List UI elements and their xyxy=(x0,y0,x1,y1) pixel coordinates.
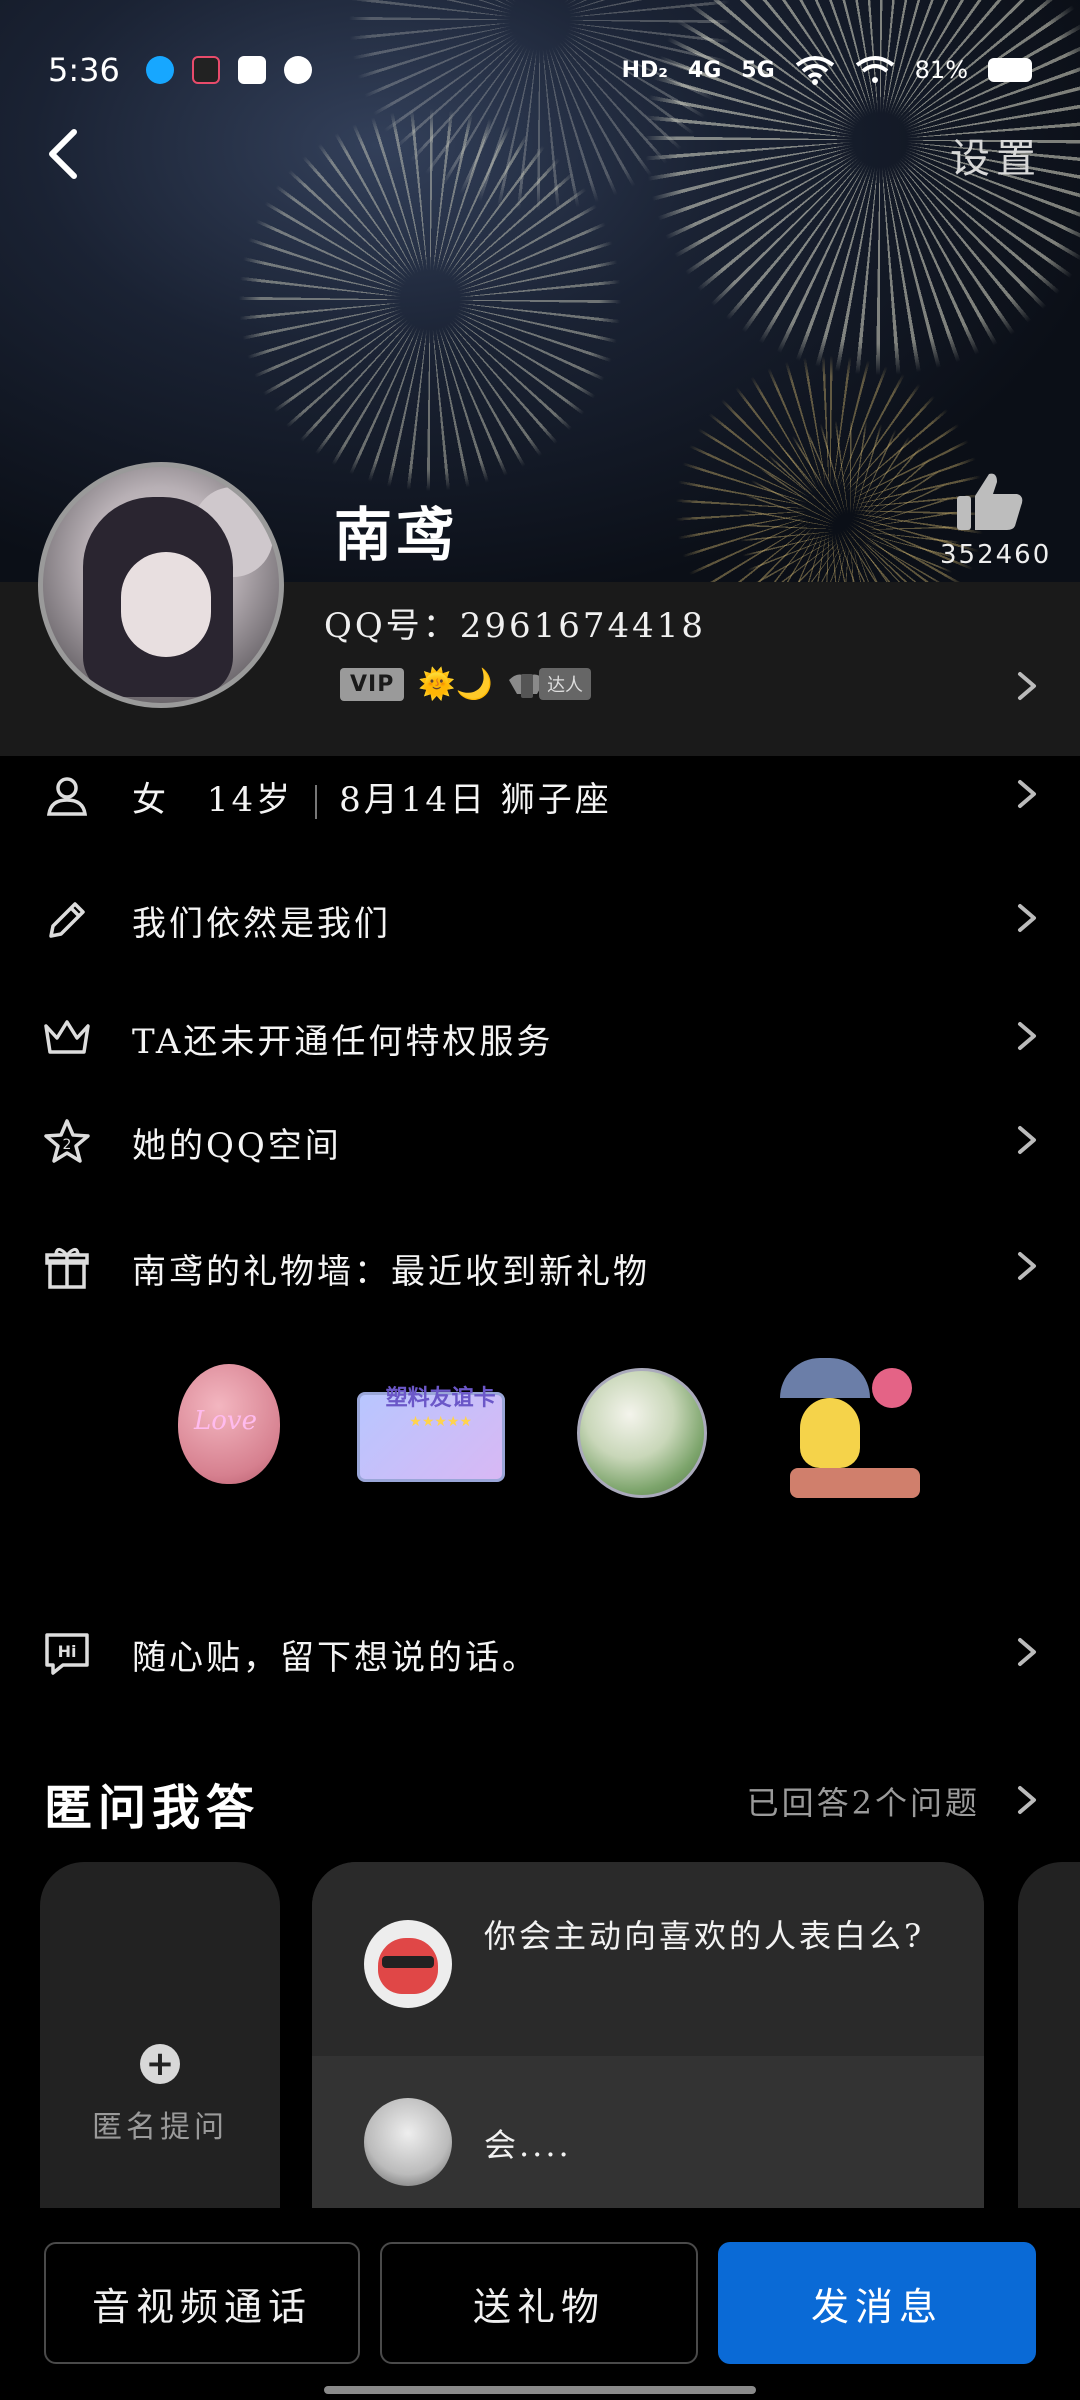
profile-chevron-icon xyxy=(1012,666,1042,710)
gift-wall-text: 南鸢的礼物墙：最近收到新礼物 xyxy=(132,1251,650,1292)
qzone-row[interactable]: 2 她的QQ空间 xyxy=(0,1102,1080,1182)
signature-text: 我们依然是我们 xyxy=(132,903,391,944)
gift-wall-row[interactable]: 南鸢的礼物墙：最近收到新礼物 xyxy=(0,1228,1080,1308)
basic-info-row[interactable]: 女 14岁 8月14日 狮子座 xyxy=(0,756,1080,836)
chevron-right-icon xyxy=(1012,1632,1042,1676)
ask-label: 匿名提问 xyxy=(92,2110,228,2145)
avatar-art xyxy=(382,1956,434,1968)
svg-text:2: 2 xyxy=(63,1137,72,1153)
answer-avatar xyxy=(364,2098,452,2186)
gift-snow-globe[interactable] xyxy=(573,1358,713,1498)
chevron-right-icon xyxy=(1012,1016,1042,1060)
nickname: 南鸢 xyxy=(334,501,459,569)
qa-answered-count[interactable]: 已回答2个问题 xyxy=(747,1778,980,1824)
video-call-button[interactable]: 音视频通话 xyxy=(44,2242,360,2364)
bottom-action-bar: 音视频通话 送礼物 发消息 xyxy=(0,2208,1080,2400)
like-count: 352460 xyxy=(940,540,1052,570)
moon-icon: 🌙 xyxy=(455,666,494,702)
bear-image xyxy=(799,1398,860,1468)
anonymous-avatar xyxy=(364,1920,452,2008)
question-text: 你会主动向喜欢的人表白么? xyxy=(484,1917,925,1955)
badge-row[interactable]: VIP 🌞 🌙 达人 xyxy=(340,664,592,704)
qa-card[interactable]: 你会主动向喜欢的人表白么? 会.... xyxy=(312,1862,984,2222)
stars-decoration: ★★★★★ xyxy=(409,1414,473,1430)
gift-icon xyxy=(42,1243,92,1293)
notification-icons xyxy=(145,56,312,84)
person-icon xyxy=(42,771,92,821)
settings-button[interactable]: 设置 xyxy=(950,126,1042,184)
stand-image xyxy=(789,1468,920,1498)
globe-image xyxy=(577,1368,708,1498)
chevron-right-icon xyxy=(1012,1246,1042,1290)
like-button[interactable]: 352460 xyxy=(940,470,1052,570)
answer-block: 会.... xyxy=(312,2056,984,2222)
qq-penguin-icon xyxy=(145,56,174,84)
back-button[interactable] xyxy=(34,118,94,190)
5g-signal-icon: 5G xyxy=(741,57,775,83)
battery-icon xyxy=(988,58,1032,82)
vip-badge[interactable]: VIP xyxy=(340,667,405,701)
gift-rain-bear[interactable] xyxy=(779,1358,920,1498)
send-gift-button[interactable]: 送礼物 xyxy=(380,2242,698,2364)
chevron-right-icon[interactable] xyxy=(1012,1780,1042,1824)
chevron-right-icon xyxy=(1012,898,1042,942)
avatar[interactable] xyxy=(38,462,284,708)
thumbs-up-icon xyxy=(957,473,1023,530)
crown-icon xyxy=(42,1013,92,1063)
battery-percent: 81% xyxy=(914,56,968,84)
answer-text: 会.... xyxy=(484,2126,572,2164)
send-message-button[interactable]: 发消息 xyxy=(718,2242,1036,2364)
basic-info-label: 女 14岁 8月14日 狮子座 xyxy=(132,772,612,821)
avatar-art xyxy=(121,552,211,657)
qzone-text: 她的QQ空间 xyxy=(132,1125,342,1166)
hi-message-icon: Hi xyxy=(42,1629,92,1679)
sun-icon: 🌞 xyxy=(418,666,456,702)
gift-friend-card[interactable]: 塑料友谊卡 ★★★★★ xyxy=(356,1358,507,1498)
age-text: 14岁 xyxy=(206,779,294,820)
chevron-right-icon xyxy=(1012,1120,1042,1164)
sticky-note-row[interactable]: Hi 随心贴，留下想说的话。 xyxy=(0,1614,1080,1694)
umbrella-image xyxy=(779,1358,870,1398)
status-bar: 5:36 HD₂ 4G 5G 81% xyxy=(0,0,1080,110)
wifi-icon xyxy=(795,56,834,85)
gift-list[interactable]: Love 塑料友谊卡 ★★★★★ xyxy=(160,1348,920,1508)
chevron-left-icon xyxy=(49,129,77,179)
gift-label: Love xyxy=(194,1406,257,1436)
birthday-text: 8月14日 狮子座 xyxy=(339,779,612,820)
cat-app-icon xyxy=(283,56,312,84)
signature-row[interactable]: 我们依然是我们 xyxy=(0,880,1080,960)
home-indicator[interactable] xyxy=(324,2386,756,2394)
gift-love-balloon[interactable]: Love xyxy=(160,1358,300,1498)
status-time: 5:36 xyxy=(48,51,120,89)
anonymous-ask-card[interactable]: + 匿名提问 xyxy=(40,1862,280,2222)
qq-number: QQ号：2961674418 xyxy=(324,606,707,646)
qa-section-title: 匿问我答 xyxy=(44,1780,261,1836)
talent-badge[interactable]: 达人 xyxy=(539,668,592,700)
question-block: 你会主动向喜欢的人表白么? xyxy=(312,1862,984,2056)
wifi-icon-2 xyxy=(855,56,894,83)
svg-text:Hi: Hi xyxy=(58,1642,77,1661)
heart-image xyxy=(871,1368,912,1408)
sticky-note-text: 随心贴，留下想说的话。 xyxy=(132,1637,539,1678)
plus-icon: + xyxy=(140,2044,180,2084)
pencil-icon xyxy=(42,895,92,945)
gender-text: 女 xyxy=(132,779,169,820)
hd-signal-icon: HD₂ xyxy=(621,57,668,83)
4g-signal-icon: 4G xyxy=(687,57,722,83)
next-qa-card[interactable] xyxy=(1018,1862,1080,2222)
privilege-row[interactable]: TA还未开通任何特权服务 xyxy=(0,998,1080,1078)
star-icon: 2 xyxy=(42,1117,92,1167)
tiktok-icon xyxy=(191,56,220,84)
chevron-right-icon xyxy=(1012,774,1042,818)
gift-label: 塑料友谊卡 xyxy=(385,1386,496,1411)
divider xyxy=(315,784,318,819)
privilege-text: TA还未开通任何特权服务 xyxy=(132,1021,554,1062)
mail-icon xyxy=(237,56,266,84)
